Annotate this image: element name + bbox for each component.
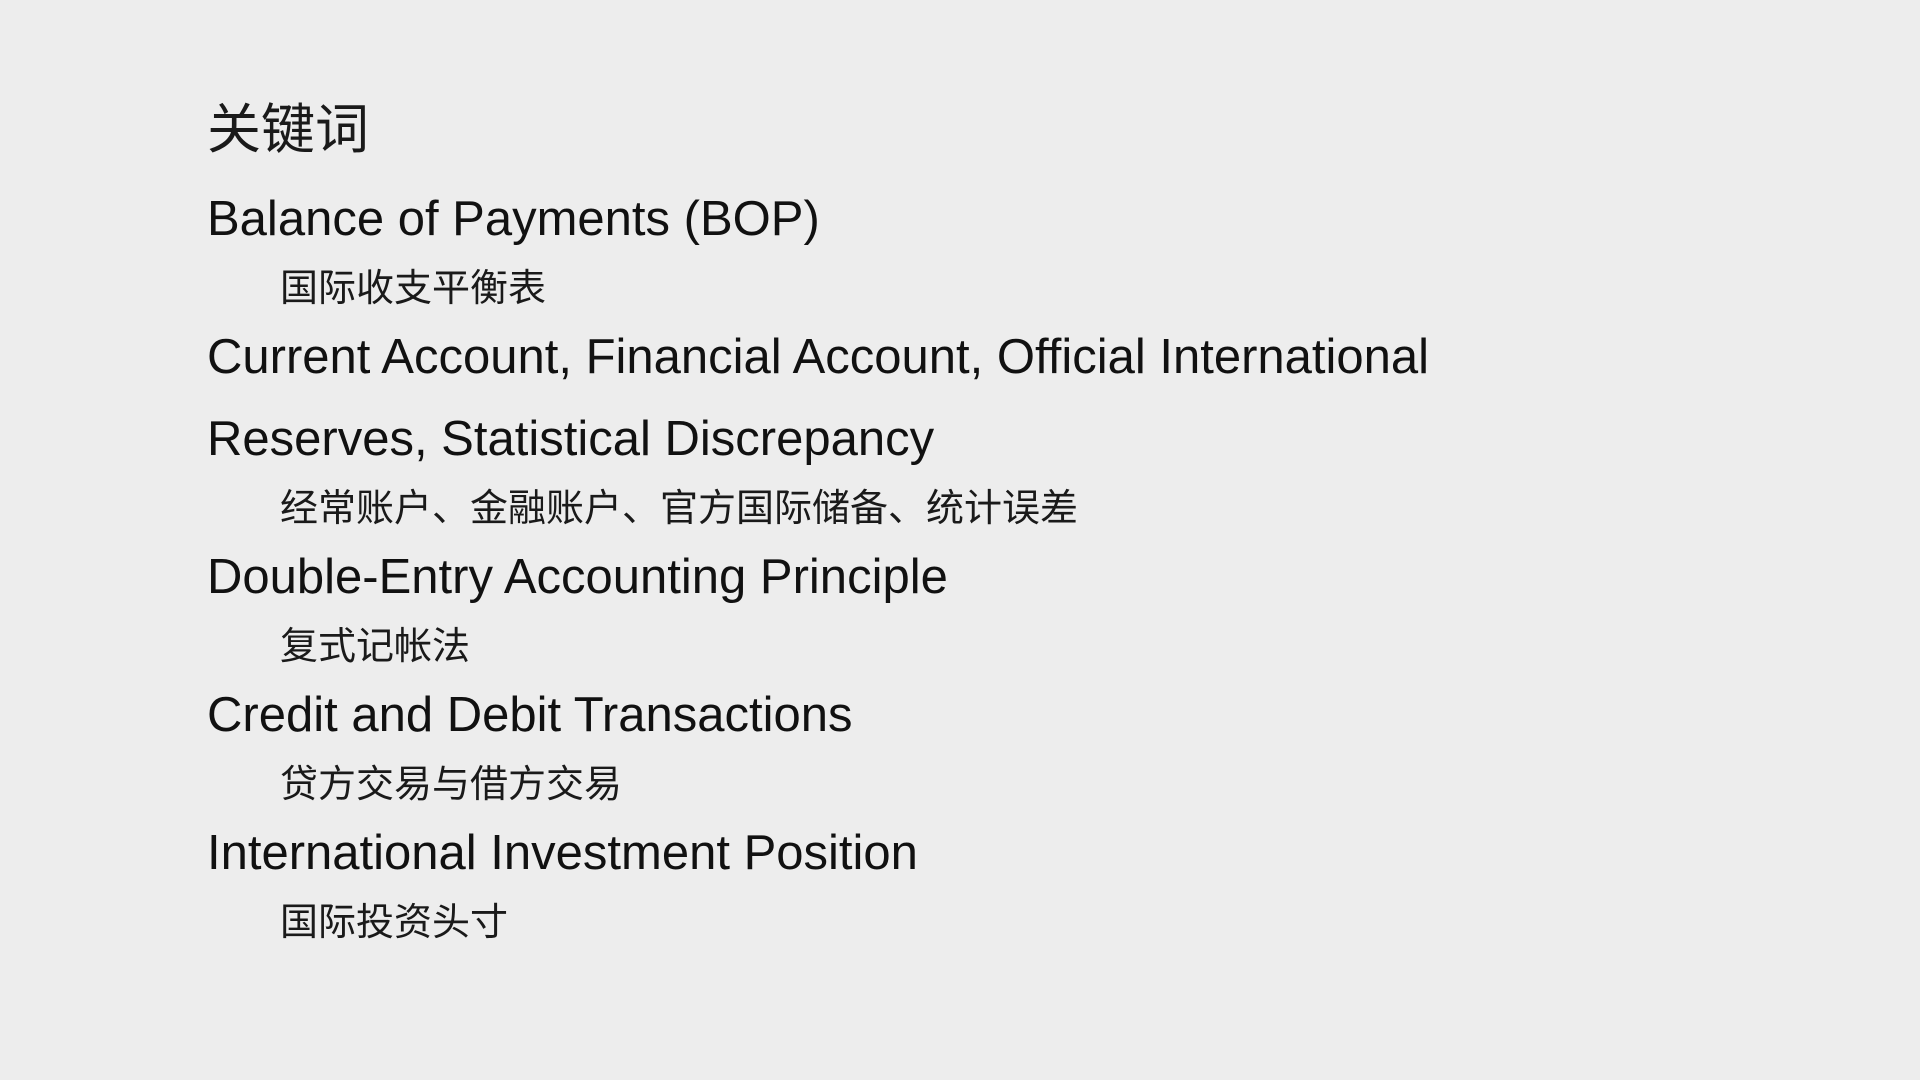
term-english: International Investment Position bbox=[207, 826, 918, 880]
term-chinese: 经常账户、金融账户、官方国际储备、统计误差 bbox=[280, 486, 1079, 530]
term-english: Current Account, Financial Account, Offi… bbox=[207, 330, 1430, 384]
term-chinese: 复式记帐法 bbox=[280, 624, 471, 668]
term-chinese: 国际投资头寸 bbox=[280, 900, 509, 944]
slide: 关键词 Balance of Payments (BOP) 国际收支平衡表 Cu… bbox=[0, 0, 1920, 1080]
slide-title: 关键词 bbox=[207, 98, 369, 161]
keyword-item: Balance of Payments (BOP) 国际收支平衡表 bbox=[207, 178, 1807, 316]
keyword-item: Credit and Debit Transactions 贷方交易与借方交易 bbox=[207, 674, 1807, 812]
keyword-list: Balance of Payments (BOP) 国际收支平衡表 Curren… bbox=[207, 178, 1807, 950]
term-chinese: 国际收支平衡表 bbox=[280, 266, 547, 310]
term-chinese: 贷方交易与借方交易 bbox=[280, 762, 623, 806]
keyword-item: Double-Entry Accounting Principle 复式记帐法 bbox=[207, 536, 1807, 674]
term-english-continued: Reserves, Statistical Discrepancy bbox=[207, 412, 935, 466]
term-english: Credit and Debit Transactions bbox=[207, 688, 853, 742]
keyword-item: International Investment Position 国际投资头寸 bbox=[207, 812, 1807, 950]
term-english: Double-Entry Accounting Principle bbox=[207, 550, 948, 604]
term-english: Balance of Payments (BOP) bbox=[207, 192, 820, 246]
keyword-item: Current Account, Financial Account, Offi… bbox=[207, 316, 1807, 536]
